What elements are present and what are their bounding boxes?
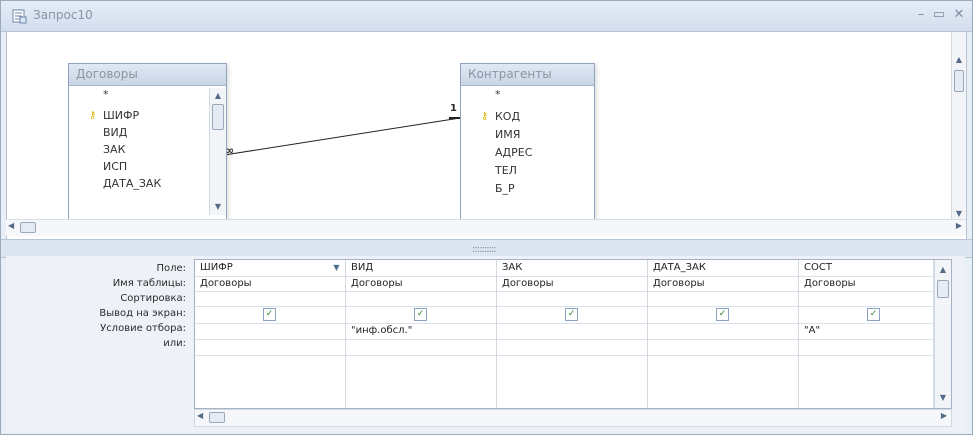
scroll-left-icon[interactable]: ◀ xyxy=(197,411,203,420)
field-item[interactable]: ДАТА_ЗАК xyxy=(103,177,161,190)
field-cell[interactable]: ЗАК xyxy=(502,262,522,273)
splitter-grip-icon[interactable]: :::::::::: xyxy=(472,244,497,255)
grid-column[interactable]: ДАТА_ЗАК Договоры ✓ xyxy=(648,260,799,408)
field-item[interactable]: * xyxy=(103,88,109,101)
key-icon: ⚷ xyxy=(89,110,97,121)
show-checkbox[interactable]: ✓ xyxy=(414,308,427,321)
scroll-thumb[interactable] xyxy=(937,280,949,298)
chevron-down-icon[interactable]: ▼ xyxy=(331,262,342,274)
table-design-pane[interactable]: ∞ 1 Договоры * ⚷ ШИФР ВИД ЗАК ИСП ДАТА_З… xyxy=(6,31,967,241)
grid-column[interactable]: ВИД Договоры ✓ "инф.обсл." xyxy=(346,260,497,408)
field-item[interactable]: ЗАК xyxy=(103,143,125,156)
scroll-right-icon[interactable]: ▶ xyxy=(956,221,962,230)
field-item[interactable]: ТЕЛ xyxy=(495,164,517,177)
table-kontragenty-title[interactable]: Контрагенты xyxy=(461,64,594,86)
field-item[interactable]: * xyxy=(495,88,501,101)
row-label-sort: Сортировка: xyxy=(120,293,186,304)
field-item[interactable]: Б_Р xyxy=(495,182,515,195)
criteria-cell[interactable]: "инф.обсл." xyxy=(351,325,412,336)
table-dogovory-scrollbar[interactable]: ▲ ▼ xyxy=(209,88,226,215)
scroll-right-icon[interactable]: ▶ xyxy=(941,411,947,420)
table-dogovory-title[interactable]: Договоры xyxy=(69,64,226,86)
row-label-table: Имя таблицы: xyxy=(112,278,186,289)
maximize-button[interactable]: ▭ xyxy=(931,6,947,24)
row-label-field: Поле: xyxy=(156,263,186,274)
scroll-down-icon[interactable]: ▼ xyxy=(935,392,951,404)
field-cell[interactable]: ДАТА_ЗАК xyxy=(653,262,706,273)
field-item[interactable]: АДРЕС xyxy=(495,146,532,159)
table-cell[interactable]: Договоры xyxy=(653,278,705,289)
design-vertical-scrollbar[interactable]: ▲ ▼ xyxy=(951,32,966,222)
field-item[interactable]: ВИД xyxy=(103,126,127,139)
scroll-down-icon[interactable]: ▼ xyxy=(210,201,226,213)
table-cell[interactable]: Договоры xyxy=(502,278,554,289)
design-horizontal-scrollbar[interactable]: ◀ ▶ xyxy=(6,219,966,236)
row-label-show: Вывод на экран: xyxy=(99,308,186,319)
scroll-thumb[interactable] xyxy=(212,104,224,130)
table-dogovory[interactable]: Договоры * ⚷ ШИФР ВИД ЗАК ИСП ДАТА_ЗАК ▲… xyxy=(68,63,227,220)
scroll-up-icon[interactable]: ▲ xyxy=(952,54,966,66)
window-title: Запрос10 xyxy=(33,8,93,22)
show-checkbox[interactable]: ✓ xyxy=(867,308,880,321)
scroll-thumb[interactable] xyxy=(954,70,964,92)
field-cell[interactable]: СОСТ xyxy=(804,262,832,273)
grid-horizontal-scrollbar[interactable]: ◀ ▶ xyxy=(194,409,952,427)
grid-column[interactable]: ШИФР ▼ Договоры ✓ xyxy=(195,260,346,408)
field-cell[interactable]: ВИД xyxy=(351,262,373,273)
query-design-grid[interactable]: ШИФР ▼ Договоры ✓ ВИД Договоры ✓ "инф.об… xyxy=(194,259,952,409)
table-kontragenty[interactable]: Контрагенты * ⚷ КОД ИМЯ АДРЕС ТЕЛ Б_Р xyxy=(460,63,595,220)
table-cell[interactable]: Договоры xyxy=(200,278,252,289)
table-cell[interactable]: Договоры xyxy=(804,278,856,289)
close-button[interactable]: ✕ xyxy=(951,6,967,24)
field-item[interactable]: ИМЯ xyxy=(495,128,520,141)
relation-one-label: 1 xyxy=(450,103,457,114)
grid-column[interactable]: СОСТ Договоры ✓ "А" xyxy=(799,260,934,408)
row-label-or: или: xyxy=(163,338,186,349)
table-cell[interactable]: Договоры xyxy=(351,278,403,289)
key-icon: ⚷ xyxy=(481,111,489,122)
field-item[interactable]: ИСП xyxy=(103,160,127,173)
field-item[interactable]: КОД xyxy=(495,110,520,123)
scroll-up-icon[interactable]: ▲ xyxy=(935,264,951,276)
grid-column[interactable]: ЗАК Договоры ✓ xyxy=(497,260,648,408)
minimize-button[interactable]: – xyxy=(913,6,929,24)
show-checkbox[interactable]: ✓ xyxy=(263,308,276,321)
grid-vertical-scrollbar[interactable]: ▲ ▼ xyxy=(934,260,951,408)
query-icon xyxy=(12,9,27,24)
show-checkbox[interactable]: ✓ xyxy=(716,308,729,321)
field-item[interactable]: ШИФР xyxy=(103,109,139,122)
field-cell[interactable]: ШИФР xyxy=(200,262,233,273)
query-window: Запрос10 – ▭ ✕ ∞ 1 Договоры * ⚷ ШИФР ВИД… xyxy=(0,0,973,435)
scroll-thumb[interactable] xyxy=(20,222,36,233)
scroll-left-icon[interactable]: ◀ xyxy=(8,221,14,230)
criteria-cell[interactable]: "А" xyxy=(804,325,820,336)
scroll-up-icon[interactable]: ▲ xyxy=(210,90,226,102)
row-label-criteria: Условие отбора: xyxy=(100,323,186,334)
query-grid-area: Поле: Имя таблицы: Сортировка: Вывод на … xyxy=(6,256,965,432)
title-bar[interactable]: Запрос10 – ▭ ✕ xyxy=(1,1,972,32)
show-checkbox[interactable]: ✓ xyxy=(565,308,578,321)
scroll-thumb[interactable] xyxy=(209,412,225,423)
